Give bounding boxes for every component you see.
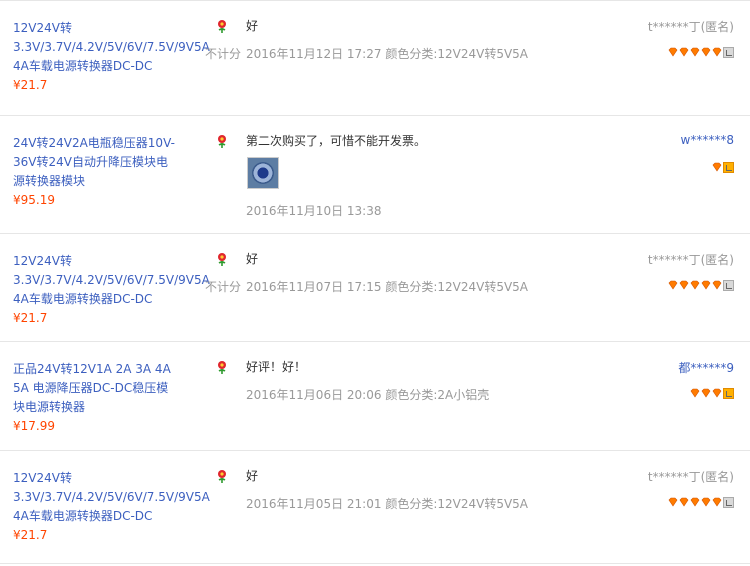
review-row: 12V24V转3.3V/3.7V/4.2V/5V/6V/7.5V/9V5A 4A… — [0, 234, 750, 342]
review-meta: 2016年11月12日 17:27 颜色分类:12V24V转5V5A — [246, 45, 528, 62]
reviewer-name: t******丁(匿名) — [647, 253, 734, 267]
diamond-level-icon — [690, 280, 700, 290]
review-photo-thumbnail[interactable] — [247, 157, 279, 189]
product-title-link[interactable]: 12V24V转3.3V/3.7V/4.2V/5V/6V/7.5V/9V5A 4A… — [13, 252, 210, 309]
product-info: 12V24V转3.3V/3.7V/4.2V/5V/6V/7.5V/9V5A 4A… — [13, 252, 210, 328]
good-rating-flower-icon — [218, 20, 226, 33]
product-info: 24V转24V2A电瓶稳压器10V-36V转24V自动升降压模块电源转换器模块 … — [13, 134, 178, 210]
product-title-link[interactable]: 12V24V转3.3V/3.7V/4.2V/5V/6V/7.5V/9V5A 4A… — [13, 469, 210, 526]
review-comment: 好 — [246, 469, 259, 483]
vip-badge-icon — [723, 496, 734, 508]
vip-badge-icon — [723, 161, 734, 173]
good-rating-flower-icon — [218, 253, 226, 266]
reviewer-badges — [668, 278, 734, 292]
diamond-level-icon — [712, 47, 722, 57]
review-date: 2016年11月07日 17:15 — [246, 280, 382, 294]
review-row: 正品24V转12V1A 2A 3A 4A 5A 电源降压器DC-DC稳压模块电源… — [0, 342, 750, 451]
review-row: 24V转24V2A电瓶稳压器10V-36V转24V自动升降压模块电源转换器模块 … — [0, 116, 750, 234]
product-info: 12V24V转3.3V/3.7V/4.2V/5V/6V/7.5V/9V5A 4A… — [13, 469, 210, 545]
product-title-link[interactable]: 正品24V转12V1A 2A 3A 4A 5A 电源降压器DC-DC稳压模块电源… — [13, 360, 178, 417]
review-date: 2016年11月12日 17:27 — [246, 47, 382, 61]
review-list: 12V24V转3.3V/3.7V/4.2V/5V/6V/7.5V/9V5A 4A… — [0, 0, 750, 564]
reviewer-name: t******丁(匿名) — [647, 470, 734, 484]
product-price: ¥21.7 — [13, 528, 48, 542]
diamond-level-icon — [712, 497, 722, 507]
product-price: ¥21.7 — [13, 78, 48, 92]
product-price: ¥95.19 — [13, 193, 55, 207]
review-row: 12V24V转3.3V/3.7V/4.2V/5V/6V/7.5V/9V5A 4A… — [0, 451, 750, 564]
diamond-level-icon — [701, 388, 711, 398]
diamond-level-icon — [668, 497, 678, 507]
diamond-level-icon — [679, 497, 689, 507]
review-date: 2016年11月05日 21:01 — [246, 497, 382, 511]
review-sku: 颜色分类:2A小铝壳 — [385, 388, 490, 402]
reviewer-badges — [668, 45, 734, 59]
product-price: ¥21.7 — [13, 311, 48, 325]
diamond-level-icon — [712, 162, 722, 172]
review-sku: 颜色分类:12V24V转5V5A — [385, 280, 529, 294]
review-comment: 好 — [246, 252, 259, 266]
review-meta: 2016年11月10日 13:38 — [246, 202, 381, 219]
review-comment: 好 — [246, 19, 259, 33]
diamond-level-icon — [690, 388, 700, 398]
product-title-link[interactable]: 24V转24V2A电瓶稳压器10V-36V转24V自动升降压模块电源转换器模块 — [13, 134, 178, 191]
diamond-level-icon — [690, 497, 700, 507]
vip-badge-icon — [723, 387, 734, 399]
diamond-level-icon — [690, 47, 700, 57]
product-price: ¥17.99 — [13, 419, 55, 433]
reviewer-name[interactable]: w******8 — [681, 133, 734, 147]
reviewer-badges — [712, 160, 734, 174]
review-date: 2016年11月10日 13:38 — [246, 204, 382, 218]
vip-badge-icon — [723, 46, 734, 58]
review-meta: 2016年11月05日 21:01 颜色分类:12V24V转5V5A — [246, 495, 528, 512]
review-sku: 颜色分类:12V24V转5V5A — [385, 47, 529, 61]
review-comment: 第二次购买了，可惜不能开发票。 — [246, 134, 427, 148]
diamond-level-icon — [679, 280, 689, 290]
diamond-level-icon — [701, 280, 711, 290]
reviewer-name: t******丁(匿名) — [647, 20, 734, 34]
diamond-level-icon — [668, 47, 678, 57]
diamond-level-icon — [712, 280, 722, 290]
review-meta: 2016年11月07日 17:15 颜色分类:12V24V转5V5A — [246, 278, 528, 295]
review-date: 2016年11月06日 20:06 — [246, 388, 382, 402]
product-info: 12V24V转3.3V/3.7V/4.2V/5V/6V/7.5V/9V5A 4A… — [13, 19, 210, 95]
good-rating-flower-icon — [218, 470, 226, 483]
reviewer-badges — [668, 495, 734, 509]
review-row: 12V24V转3.3V/3.7V/4.2V/5V/6V/7.5V/9V5A 4A… — [0, 0, 750, 116]
diamond-level-icon — [668, 280, 678, 290]
product-info: 正品24V转12V1A 2A 3A 4A 5A 电源降压器DC-DC稳压模块电源… — [13, 360, 178, 436]
reviewer-badges — [690, 386, 734, 400]
diamond-level-icon — [701, 47, 711, 57]
diamond-level-icon — [712, 388, 722, 398]
diamond-level-icon — [679, 47, 689, 57]
good-rating-flower-icon — [218, 135, 226, 148]
good-rating-flower-icon — [218, 361, 226, 374]
vip-badge-icon — [723, 279, 734, 291]
product-title-link[interactable]: 12V24V转3.3V/3.7V/4.2V/5V/6V/7.5V/9V5A 4A… — [13, 19, 210, 76]
photo-content-icon — [252, 162, 274, 184]
diamond-level-icon — [701, 497, 711, 507]
review-comment: 好评！好！ — [246, 360, 307, 374]
no-score-tag: 不计分 — [205, 280, 242, 294]
review-meta: 2016年11月06日 20:06 颜色分类:2A小铝壳 — [246, 386, 489, 403]
reviewer-name[interactable]: 都******9 — [678, 359, 734, 376]
review-sku: 颜色分类:12V24V转5V5A — [385, 497, 529, 511]
no-score-tag: 不计分 — [205, 47, 242, 61]
